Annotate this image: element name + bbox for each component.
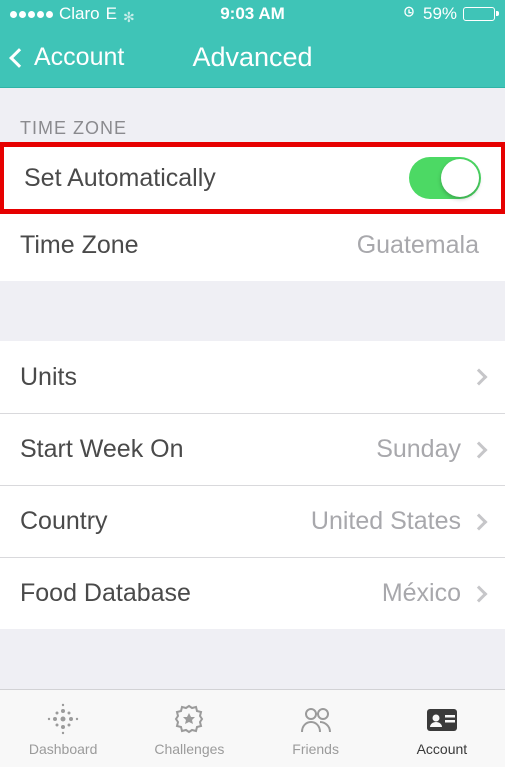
carrier-label: Claro <box>59 4 100 24</box>
chevron-right-icon <box>471 585 488 602</box>
tab-label: Account <box>417 741 468 757</box>
clock-label: 9:03 AM <box>172 4 334 24</box>
spacer <box>0 629 505 689</box>
nav-bar: Account Advanced <box>0 28 505 88</box>
network-label: E <box>106 4 117 24</box>
country-label: Country <box>20 507 311 536</box>
timezone-label: Time Zone <box>20 231 357 260</box>
loading-spinner-icon <box>123 7 137 21</box>
chevron-right-icon <box>471 441 488 458</box>
star-badge-icon <box>171 701 207 737</box>
tab-dashboard[interactable]: Dashboard <box>0 690 126 767</box>
chevron-left-icon <box>9 48 29 68</box>
status-right: 59% <box>333 4 495 25</box>
timezone-value: Guatemala <box>357 231 479 260</box>
food-db-label: Food Database <box>20 579 382 608</box>
page-title: Advanced <box>192 42 312 73</box>
country-value: United States <box>311 507 461 536</box>
back-button[interactable]: Account <box>12 43 124 72</box>
start-week-label: Start Week On <box>20 435 376 464</box>
set-auto-toggle[interactable] <box>409 157 481 199</box>
tab-challenges[interactable]: Challenges <box>126 690 252 767</box>
tab-label: Challenges <box>154 741 224 757</box>
status-bar: Claro E 9:03 AM 59% <box>0 0 505 28</box>
dashboard-icon <box>45 701 81 737</box>
toggle-knob <box>441 159 479 197</box>
battery-pct-label: 59% <box>423 4 457 24</box>
friends-icon <box>298 701 334 737</box>
tab-friends[interactable]: Friends <box>253 690 379 767</box>
row-start-week[interactable]: Start Week On Sunday <box>0 413 505 485</box>
row-set-automatically: Set Automatically <box>0 142 505 214</box>
alarm-icon <box>401 4 417 25</box>
food-db-value: México <box>382 579 461 608</box>
row-food-database[interactable]: Food Database México <box>0 557 505 629</box>
start-week-value: Sunday <box>376 435 461 464</box>
back-label: Account <box>34 43 124 72</box>
units-label: Units <box>20 363 467 392</box>
status-left: Claro E <box>10 4 172 24</box>
tab-label: Friends <box>292 741 339 757</box>
row-time-zone[interactable]: Time Zone Guatemala <box>0 209 505 281</box>
chevron-right-icon <box>471 369 488 386</box>
section-header-timezone: TIME ZONE <box>0 88 505 147</box>
chevron-right-icon <box>471 513 488 530</box>
tab-label: Dashboard <box>29 741 98 757</box>
group-timezone: Set Automatically Time Zone Guatemala <box>0 147 505 281</box>
row-units[interactable]: Units <box>0 341 505 413</box>
section-gap <box>0 281 505 341</box>
battery-icon <box>463 7 495 21</box>
group-settings: Units Start Week On Sunday Country Unite… <box>0 341 505 629</box>
set-auto-label: Set Automatically <box>24 164 409 193</box>
row-country[interactable]: Country United States <box>0 485 505 557</box>
tab-bar: Dashboard Challenges Friends <box>0 689 505 767</box>
tab-account[interactable]: Account <box>379 690 505 767</box>
account-card-icon <box>424 701 460 737</box>
signal-dots-icon <box>10 11 53 18</box>
